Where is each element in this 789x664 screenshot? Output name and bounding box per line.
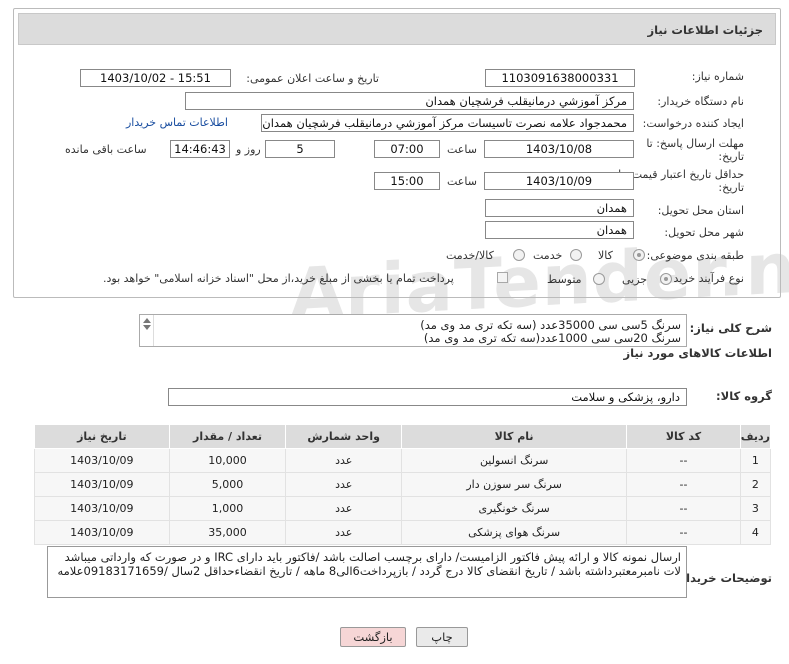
goods-section-title: اطلاعات کالاهای مورد نیاز xyxy=(623,346,772,360)
summary-textarea[interactable]: سرنگ 5سی سی 35000عدد (سه تکه تری مد وی م… xyxy=(139,314,687,347)
requester-label: ایجاد کننده درخواست: xyxy=(642,117,744,130)
category-label: طبقه بندی موضوعی: xyxy=(646,249,744,262)
scroll-up-icon[interactable] xyxy=(143,318,151,323)
summary-line-2: سرنگ 20سی سی 1000عدد(سه تکه تری مد وی مد… xyxy=(423,331,681,345)
treasury-payment-note: پرداخت تمام یا بخشی از مبلغ خرید،از محل … xyxy=(103,272,454,285)
reply-deadline-label: مهلت ارسال پاسخ: تا xyxy=(646,137,744,150)
reply-time-label: ساعت xyxy=(447,143,477,156)
table-row[interactable]: 4 -- سرنگ هوای پزشکی عدد 35,000 1403/10/… xyxy=(34,520,772,545)
province-label: استان محل تحویل: xyxy=(657,204,744,217)
buyer-contact-link[interactable]: اطلاعات تماس خریدار xyxy=(126,116,228,129)
reply-deadline-date-label: تاریخ: xyxy=(718,150,744,163)
reply-date-field[interactable]: 1403/10/08 xyxy=(484,140,634,158)
category-goods-radio[interactable] xyxy=(633,249,645,261)
validity-date-label: تاریخ: xyxy=(718,181,744,194)
category-service-label: خدمت xyxy=(533,249,563,262)
cell-need-date: 1403/10/09 xyxy=(34,472,170,497)
category-service-radio[interactable] xyxy=(570,249,582,261)
table-row[interactable]: 3 -- سرنگ خونگیری عدد 1,000 1403/10/09 xyxy=(34,496,772,521)
category-goods-service-radio[interactable] xyxy=(513,249,525,261)
cell-item-name: سرنگ انسولین xyxy=(401,448,628,473)
summary-label: شرح کلی نیاز: xyxy=(689,321,772,335)
category-goods-label: کالا xyxy=(598,249,613,262)
announce-label: تاریخ و ساعت اعلان عمومی: xyxy=(246,72,379,85)
page-title: جزئیات اطلاعات نیاز xyxy=(647,23,763,37)
cell-row-number: 3 xyxy=(739,496,772,521)
title-bar: جزئیات اطلاعات نیاز xyxy=(18,13,776,45)
cell-item-name: سرنگ هوای پزشکی xyxy=(401,520,628,545)
col-unit: واحد شمارش xyxy=(285,424,403,449)
days-field[interactable]: 5 xyxy=(265,140,335,158)
cell-unit: عدد xyxy=(285,520,403,545)
validity-time-label: ساعت xyxy=(447,175,477,188)
city-field[interactable]: همدان xyxy=(485,221,634,239)
col-item-name: نام کالا xyxy=(401,424,628,449)
goods-group-label: گروه کالا: xyxy=(716,389,772,403)
need-number-label: شماره نیاز: xyxy=(691,70,744,83)
table-row[interactable]: 1 -- سرنگ انسولین عدد 10,000 1403/10/09 xyxy=(34,448,772,473)
announce-field[interactable]: 1403/10/02 - 15:51 xyxy=(80,69,231,87)
cell-item-code: -- xyxy=(626,472,741,497)
items-table: ردیف کد کالا نام کالا واحد شمارش تعداد /… xyxy=(34,424,772,545)
buyer-org-field[interactable]: مرکز آموزشي درمانيقلب فرشچيان همدان xyxy=(185,92,634,110)
reply-time-field[interactable]: 07:00 xyxy=(374,140,440,158)
category-goods-service-label: کالا/خدمت xyxy=(446,249,494,262)
col-item-code: کد کالا xyxy=(626,424,741,449)
buyer-notes-label: توضیحات خریدار: xyxy=(674,571,772,585)
validity-label: حداقل تاریخ اعتبار قیمت: تا xyxy=(618,168,744,181)
cell-unit: عدد xyxy=(285,472,403,497)
col-need-date: تاریخ نیاز xyxy=(34,424,170,449)
cell-quantity: 5,000 xyxy=(168,472,287,497)
cell-row-number: 1 xyxy=(739,448,772,473)
col-quantity: تعداد / مقدار xyxy=(168,424,287,449)
cell-quantity: 1,000 xyxy=(168,496,287,521)
buyer-org-label: نام دستگاه خریدار: xyxy=(657,95,744,108)
cell-need-date: 1403/10/09 xyxy=(34,448,170,473)
city-label: شهر محل تحویل: xyxy=(664,226,744,239)
province-field[interactable]: همدان xyxy=(485,199,634,217)
treasury-payment-checkbox[interactable] xyxy=(497,272,508,283)
purchase-minor-label: جزیی xyxy=(622,273,648,286)
cell-unit: عدد xyxy=(285,496,403,521)
table-header-row: ردیف کد کالا نام کالا واحد شمارش تعداد /… xyxy=(34,424,772,449)
cell-row-number: 4 xyxy=(739,520,772,545)
cell-need-date: 1403/10/09 xyxy=(34,496,170,521)
scroll-down-icon[interactable] xyxy=(143,325,151,330)
print-button[interactable]: چاپ xyxy=(416,627,468,647)
remaining-time-label: ساعت باقی مانده xyxy=(65,143,147,156)
cell-unit: عدد xyxy=(285,448,403,473)
cell-item-name: سرنگ سر سوزن دار xyxy=(401,472,628,497)
cell-quantity: 10,000 xyxy=(168,448,287,473)
need-number-field[interactable]: 1103091638000331 xyxy=(485,69,635,87)
back-button[interactable]: بازگشت xyxy=(340,627,406,647)
requester-field[interactable]: محمدجواد علامه نصرت تاسیسات مرکز آموزشي … xyxy=(261,114,634,132)
table-row[interactable]: 2 -- سرنگ سر سوزن دار عدد 5,000 1403/10/… xyxy=(34,472,772,497)
summary-scroll-controls[interactable] xyxy=(140,315,154,346)
validity-time-field[interactable]: 15:00 xyxy=(374,172,440,190)
purchase-type-label: نوع فرآیند خرید : xyxy=(666,272,744,285)
purchase-medium-label: متوسط xyxy=(547,273,582,286)
validity-date-field[interactable]: 1403/10/09 xyxy=(484,172,634,190)
cell-quantity: 35,000 xyxy=(168,520,287,545)
cell-item-code: -- xyxy=(626,520,741,545)
purchase-medium-radio[interactable] xyxy=(593,273,605,285)
days-label: روز و xyxy=(236,143,261,156)
cell-item-name: سرنگ خونگیری xyxy=(401,496,628,521)
cell-need-date: 1403/10/09 xyxy=(34,520,170,545)
remaining-time-field[interactable]: 14:46:43 xyxy=(170,140,230,158)
col-row-number: ردیف xyxy=(739,424,772,449)
buyer-notes-text[interactable]: ارسال نمونه کالا و ارائه پیش فاکتور الزا… xyxy=(47,546,687,598)
purchase-minor-radio[interactable] xyxy=(660,273,672,285)
goods-group-field[interactable]: دارو، پزشکی و سلامت xyxy=(168,388,687,406)
cell-item-code: -- xyxy=(626,496,741,521)
cell-row-number: 2 xyxy=(739,472,772,497)
cell-item-code: -- xyxy=(626,448,741,473)
